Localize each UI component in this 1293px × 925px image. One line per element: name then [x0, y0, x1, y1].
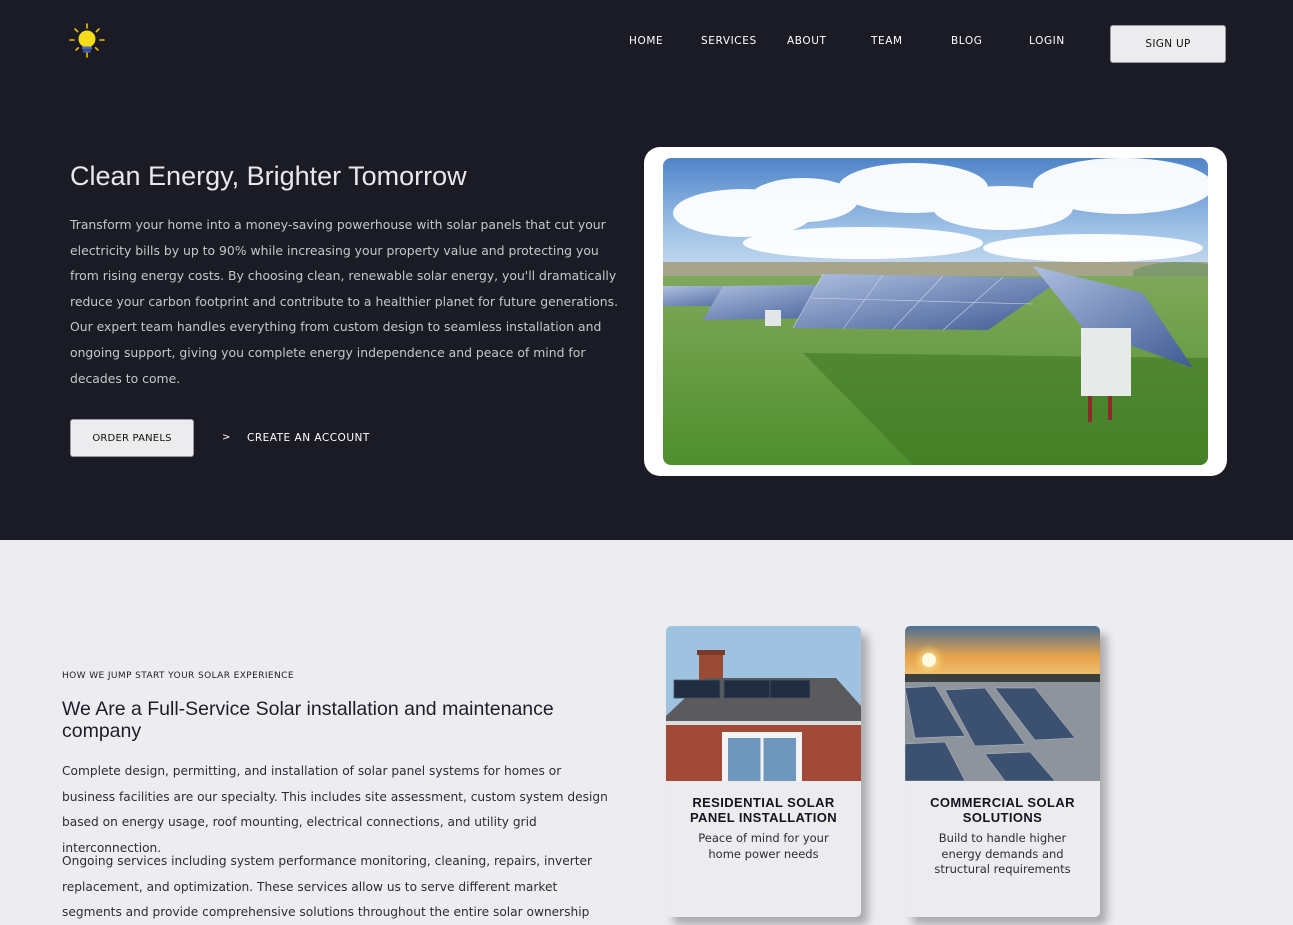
- services-paragraph-1: Complete design, permitting, and install…: [62, 764, 608, 855]
- hero-title: Clean Energy, Brighter Tomorrow: [70, 161, 467, 191]
- card-commercial[interactable]: COMMERCIAL SOLAR SOLUTIONS Build to hand…: [905, 626, 1100, 917]
- card-residential-title: RESIDENTIAL SOLAR PANEL INSTALLATION: [689, 795, 838, 825]
- hero-description: Transform your home into a money-saving …: [70, 217, 619, 386]
- chevron-right-icon: >: [222, 432, 231, 443]
- hero-image-frame: [644, 147, 1227, 476]
- commercial-rooftop-image: [905, 626, 1100, 782]
- solar-farm-image: [663, 158, 1208, 465]
- services-paragraph-2: Ongoing services including system perfor…: [62, 854, 593, 920]
- card-residential-desc: Peace of mind for your home power needs: [698, 831, 829, 861]
- services-title: We Are a Full-Service Solar installation…: [62, 698, 554, 742]
- hero-section: HOME SERVICES ABOUT TEAM BLOG LOGIN SIGN…: [0, 0, 1293, 540]
- nav-login[interactable]: LOGIN: [1029, 35, 1065, 47]
- nav-services[interactable]: SERVICES: [701, 35, 757, 47]
- nav-about[interactable]: ABOUT: [787, 35, 827, 47]
- card-commercial-desc: Build to handle higher energy demands an…: [934, 831, 1071, 877]
- services-eyebrow: HOW WE JUMP START YOUR SOLAR EXPERIENCE: [62, 671, 294, 681]
- create-account-link[interactable]: CREATE AN ACCOUNT: [247, 432, 370, 444]
- nav-team[interactable]: TEAM: [871, 35, 903, 47]
- residential-house-image: [666, 626, 861, 781]
- card-commercial-title: COMMERCIAL SOLAR SOLUTIONS: [930, 795, 1075, 825]
- sign-up-button[interactable]: SIGN UP: [1110, 25, 1226, 63]
- order-panels-button[interactable]: ORDER PANELS: [70, 419, 194, 457]
- card-residential[interactable]: RESIDENTIAL SOLAR PANEL INSTALLATION Pea…: [666, 626, 861, 917]
- nav-blog[interactable]: BLOG: [951, 35, 982, 47]
- lightbulb-icon[interactable]: [68, 22, 106, 60]
- nav-home[interactable]: HOME: [629, 35, 663, 47]
